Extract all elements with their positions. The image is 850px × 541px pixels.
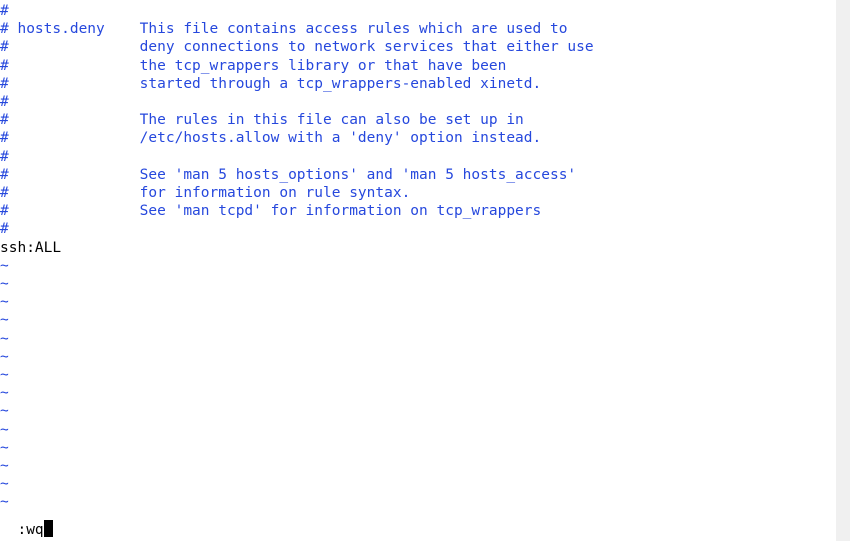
comment-line: #: [0, 93, 850, 111]
comment-line: # started through a tcp_wrappers-enabled…: [0, 75, 850, 93]
comment-line: #: [0, 220, 850, 238]
comment-line: # the tcp_wrappers library or that have …: [0, 57, 850, 75]
comment-line: # See 'man tcpd' for information on tcp_…: [0, 202, 850, 220]
empty-line-marker: ~: [0, 439, 850, 457]
comment-line: # hosts.deny This file contains access r…: [0, 20, 850, 38]
empty-line-marker: ~: [0, 493, 850, 511]
comment-line: # deny connections to network services t…: [0, 38, 850, 56]
empty-line-marker: ~: [0, 384, 850, 402]
comment-line: # /etc/hosts.allow with a 'deny' option …: [0, 129, 850, 147]
comment-line: # for information on rule syntax.: [0, 184, 850, 202]
empty-line-marker: ~: [0, 330, 850, 348]
editor-buffer[interactable]: # # hosts.deny This file contains access…: [0, 0, 850, 512]
empty-line-marker: ~: [0, 311, 850, 329]
scrollbar[interactable]: [836, 0, 850, 541]
comment-line: # See 'man 5 hosts_options' and 'man 5 h…: [0, 166, 850, 184]
empty-line-marker: ~: [0, 348, 850, 366]
empty-line-marker: ~: [0, 457, 850, 475]
comment-line: # The rules in this file can also be set…: [0, 111, 850, 129]
comment-line: #: [0, 2, 850, 20]
empty-line-marker: ~: [0, 275, 850, 293]
empty-line-marker: ~: [0, 293, 850, 311]
empty-line-marker: ~: [0, 402, 850, 420]
cursor: [44, 520, 53, 537]
empty-line-marker: ~: [0, 475, 850, 493]
empty-line-marker: ~: [0, 257, 850, 275]
command-text: :wq: [17, 522, 43, 538]
config-line: ssh:ALL: [0, 239, 850, 257]
comment-line: #: [0, 148, 850, 166]
vim-command-line[interactable]: :wq: [0, 502, 53, 539]
empty-line-marker: ~: [0, 421, 850, 439]
empty-line-marker: ~: [0, 366, 850, 384]
